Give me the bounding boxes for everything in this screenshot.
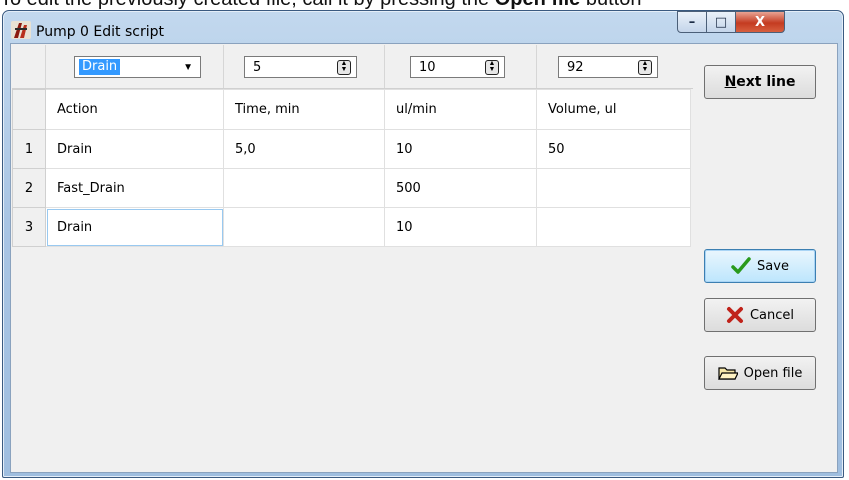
row-number: 3 (12, 207, 46, 247)
chevron-down-icon: ▼ (183, 62, 193, 73)
table-cell-focused[interactable]: Drain (45, 207, 224, 247)
action-dropdown[interactable]: Drain ▼ (74, 56, 201, 78)
table-cell[interactable]: 50 (536, 129, 691, 169)
next-line-button[interactable]: Next line (704, 65, 816, 99)
editor-divider (223, 45, 224, 88)
table-row[interactable]: 1 Drain 5,0 10 50 (12, 129, 691, 169)
next-line-label: Next line (725, 74, 796, 90)
cancel-button[interactable]: Cancel (704, 298, 816, 332)
editor-row: Drain ▼ 5 ▲ ▼ 10 ▲ ▼ 92 ▲ ▼ (12, 45, 693, 89)
action-dropdown-value: Drain (79, 59, 121, 75)
table-cell[interactable]: 10 (384, 129, 537, 169)
cancel-label: Cancel (749, 307, 795, 323)
next-line-accelerator: N (724, 74, 737, 90)
corner-cell (12, 89, 46, 130)
table-cell[interactable]: Drain (45, 129, 224, 169)
table-cell[interactable]: 10 (384, 207, 537, 247)
table-cell[interactable] (536, 207, 691, 247)
next-line-label-rest: ext line (736, 74, 796, 90)
minimize-button[interactable]: – (677, 11, 707, 33)
editor-divider (384, 45, 385, 88)
spin-arrows-icon[interactable]: ▲ ▼ (638, 60, 652, 75)
window-title: Pump 0 Edit script (36, 24, 164, 40)
check-icon (731, 257, 751, 274)
table-row[interactable]: 2 Fast_Drain 500 (12, 168, 691, 208)
time-stepper-value: 5 (253, 60, 262, 75)
table-header-row: Action Time, min ul/min Volume, ul (12, 89, 691, 130)
column-header-action[interactable]: Action (45, 89, 224, 130)
rate-stepper-value: 10 (419, 60, 436, 75)
script-table: Action Time, min ul/min Volume, ul 1 Dra… (12, 89, 693, 471)
editor-divider (45, 45, 46, 88)
folder-icon (717, 367, 738, 380)
spin-arrows-icon[interactable]: ▲ ▼ (485, 60, 499, 75)
table-cell[interactable] (223, 207, 385, 247)
caption-text: To edit the previously created file, cal… (0, 0, 495, 10)
table-row[interactable]: 3 Drain 10 (12, 207, 691, 247)
app-icon (11, 21, 31, 39)
x-icon (726, 307, 743, 323)
table-cell[interactable]: 5,0 (223, 129, 385, 169)
maximize-button[interactable]: □ (706, 11, 736, 33)
column-header-volume[interactable]: Volume, ul (536, 89, 691, 130)
close-button[interactable]: X (735, 11, 785, 33)
table-cell[interactable] (223, 168, 385, 208)
open-file-button[interactable]: Open file (704, 356, 816, 390)
table-cell[interactable]: Fast_Drain (45, 168, 224, 208)
time-stepper[interactable]: 5 ▲ ▼ (244, 56, 357, 78)
rate-stepper[interactable]: 10 ▲ ▼ (410, 56, 505, 78)
row-number: 2 (12, 168, 46, 208)
save-button[interactable]: Save (704, 249, 816, 283)
caption-suffix-text: button (580, 0, 642, 10)
table-cell[interactable] (536, 168, 691, 208)
volume-stepper[interactable]: 92 ▲ ▼ (558, 56, 658, 78)
table-cell[interactable]: 500 (384, 168, 537, 208)
volume-stepper-value: 92 (567, 60, 584, 75)
open-file-label: Open file (743, 365, 803, 381)
client-area: Drain ▼ 5 ▲ ▼ 10 ▲ ▼ 92 ▲ ▼ Action Time,… (10, 43, 838, 473)
column-header-rate[interactable]: ul/min (384, 89, 537, 130)
caption-bold-text: Open file (495, 0, 581, 10)
row-number: 1 (12, 129, 46, 169)
spin-arrows-icon[interactable]: ▲ ▼ (337, 60, 351, 75)
editor-divider (536, 45, 537, 88)
column-header-time[interactable]: Time, min (223, 89, 385, 130)
save-label: Save (757, 258, 789, 274)
edit-script-window: Pump 0 Edit script – □ X Drain ▼ 5 ▲ ▼ 10… (2, 10, 844, 478)
title-bar[interactable]: Pump 0 Edit script – □ X (3, 11, 843, 43)
